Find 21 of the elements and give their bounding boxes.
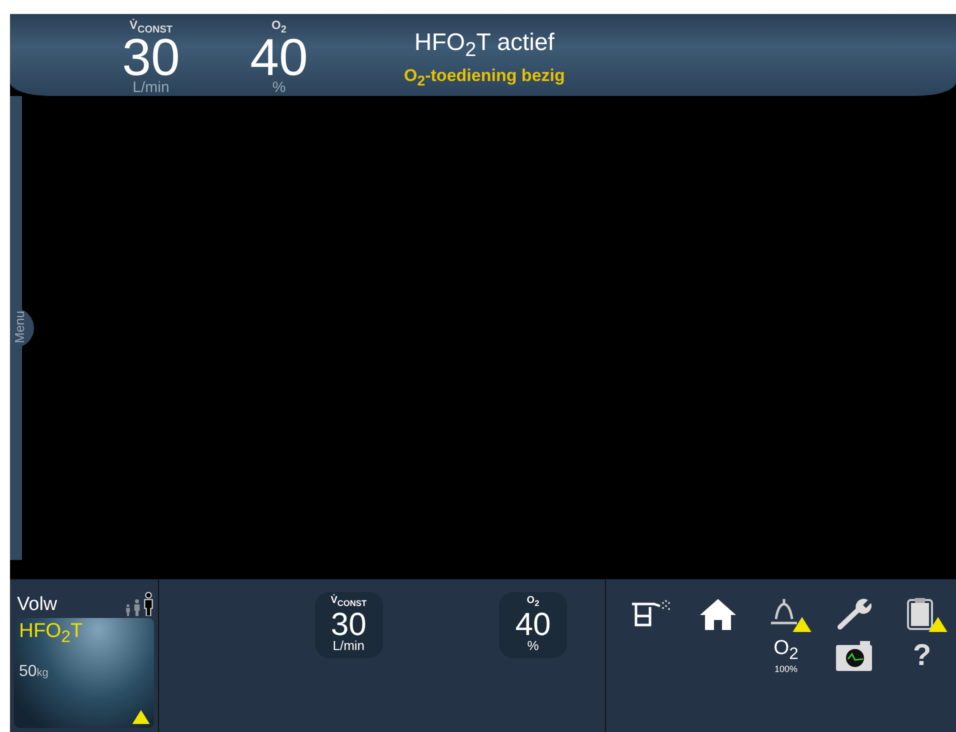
patient-mode-card[interactable]: HFO$_{2}$T 50kg	[14, 618, 154, 728]
person-icon[interactable]	[142, 592, 154, 616]
help-button[interactable]: ?	[912, 639, 932, 673]
readout-value: 40	[250, 35, 308, 82]
readout-value: 30	[122, 35, 180, 82]
mode-title: HFO$_{2}$T actief	[414, 28, 554, 63]
home-icon[interactable]	[698, 597, 738, 631]
camera-icon[interactable]	[834, 639, 874, 673]
patient-weight: 50kg	[19, 663, 48, 681]
mode-name: HFO$_{2}$T	[19, 620, 83, 647]
readout-label: O$_{2}$	[272, 18, 286, 38]
menu-tab[interactable]: Menu	[10, 96, 34, 560]
baby-icon[interactable]	[124, 604, 131, 616]
readout-unit: %	[272, 81, 286, 96]
readout-unit: L/min	[132, 81, 170, 96]
oxygen-button[interactable]: O$_{2}$ 100%	[774, 638, 798, 674]
readout-label: V̇$_{CONST}$	[129, 18, 172, 38]
status-message: O$_{2}$-toediening bezig	[404, 64, 565, 92]
setting-button[interactable]: V̇$_{CONST}$ 30 L/min	[314, 592, 383, 658]
setting-button[interactable]: O$_{2}$ 40 %	[499, 592, 567, 658]
patient-category: Volw	[16, 594, 58, 616]
